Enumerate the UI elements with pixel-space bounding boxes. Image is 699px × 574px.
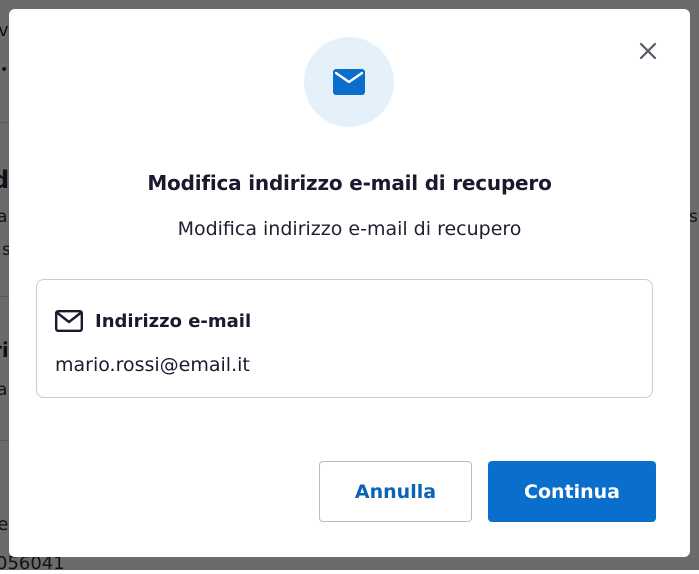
email-card: Indirizzo e-mail mario.rossi@email.it: [36, 279, 653, 398]
cancel-button[interactable]: Annulla: [319, 461, 472, 522]
email-field-value: mario.rossi@email.it: [55, 354, 250, 376]
mail-outline-icon: [55, 310, 83, 332]
mail-icon: [333, 69, 365, 95]
continue-button[interactable]: Continua: [488, 461, 656, 522]
hero-icon-circle: [304, 37, 394, 127]
close-icon: [639, 42, 657, 60]
dialog-subtitle: Modifica indirizzo e-mail di recupero: [177, 218, 522, 240]
close-button[interactable]: [633, 36, 663, 66]
email-field-label: Indirizzo e-mail: [95, 310, 252, 332]
dialog-title: Modifica indirizzo e-mail di recupero: [147, 171, 552, 195]
email-card-header: Indirizzo e-mail: [55, 310, 251, 332]
edit-recovery-email-dialog: Modifica indirizzo e-mail di recupero Mo…: [9, 9, 690, 557]
